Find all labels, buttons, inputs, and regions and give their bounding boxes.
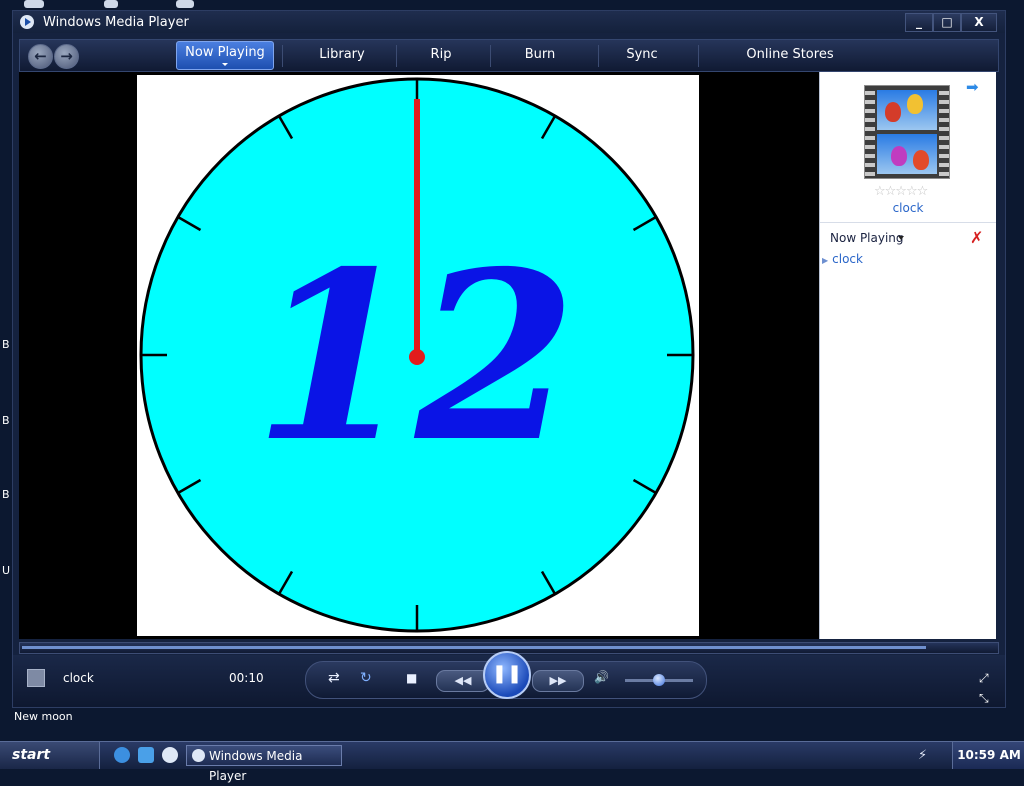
playback-controls: clock 00:10 ⇄ ↻ ■ ◀◀ ▶▶ 🔊 ❚❚ ⤢ ⤡ <box>13 651 1005 707</box>
feature-taskbar: ← → Now Playing Library Rip Burn Sync On… <box>19 39 999 72</box>
seek-progress <box>22 646 926 649</box>
desktop-label: B <box>2 338 10 351</box>
rating-stars[interactable]: ☆☆☆☆☆ <box>874 184 928 199</box>
title-bar[interactable]: Windows Media Player _ □ X <box>13 11 1005 33</box>
clock-image: 12 <box>139 77 695 633</box>
thumbnail-title[interactable]: clock <box>820 201 996 215</box>
network-icon[interactable]: ⚡ <box>918 748 927 763</box>
video-area[interactable]: 12 <box>19 72 819 639</box>
stop-button[interactable]: ■ <box>406 671 417 685</box>
elapsed-time[interactable]: 00:10 <box>229 671 264 685</box>
full-screen-icon[interactable]: ⤢ <box>979 671 989 686</box>
forward-button[interactable]: → <box>54 44 79 69</box>
chevron-down-icon[interactable] <box>898 236 904 240</box>
media-player-icon <box>192 749 205 762</box>
media-player-window: Windows Media Player _ □ X ← → Now Playi… <box>12 10 1006 708</box>
previous-button[interactable]: ◀◀ <box>436 670 490 692</box>
back-button[interactable]: ← <box>28 44 53 69</box>
clock-pivot <box>409 349 425 365</box>
tab-library[interactable]: Library <box>292 40 392 71</box>
maximize-button[interactable]: □ <box>933 13 961 32</box>
tab-online-stores[interactable]: Online Stores <box>724 40 856 71</box>
album-art-thumbnail[interactable] <box>864 85 950 179</box>
tab-divider <box>282 45 283 67</box>
tab-label: Now Playing <box>185 45 265 60</box>
film-strip-left <box>865 86 875 178</box>
tab-divider <box>698 45 699 67</box>
mute-button[interactable]: 🔊 <box>594 670 609 684</box>
chevron-down-icon[interactable] <box>222 63 228 66</box>
os-taskbar: start Windows Media Player ⚡ 10:59 AM <box>0 741 1024 783</box>
desktop-label: U <box>2 564 11 577</box>
thumbnail-frame <box>877 90 937 130</box>
tab-sync[interactable]: Sync <box>604 40 680 71</box>
now-playing-dropdown[interactable]: Now Playing <box>830 231 904 245</box>
start-button[interactable]: start <box>0 742 100 769</box>
repeat-button[interactable]: ↻ <box>360 670 372 686</box>
tab-divider <box>396 45 397 67</box>
tab-divider <box>490 45 491 67</box>
shuffle-button[interactable]: ⇄ <box>328 670 340 686</box>
pane-divider <box>820 222 996 223</box>
tab-divider <box>598 45 599 67</box>
tab-now-playing[interactable]: Now Playing <box>176 41 274 70</box>
tab-rip[interactable]: Rip <box>404 40 478 71</box>
playlist-item-label: clock <box>832 252 863 266</box>
playlist-pane: ➡ ☆☆☆☆☆ clock Now Playing ✗ ▶ clock <box>819 72 996 639</box>
clear-list-icon[interactable]: ✗ <box>970 228 983 247</box>
next-button[interactable]: ▶▶ <box>532 670 584 692</box>
desktop-icon[interactable] <box>138 747 154 763</box>
close-button[interactable]: X <box>961 13 997 32</box>
taskbar-media-player[interactable]: Windows Media Player <box>186 745 342 783</box>
system-clock[interactable]: 10:59 AM <box>952 742 1024 769</box>
tab-burn[interactable]: Burn <box>500 40 580 71</box>
taskbar-button-label: Windows Media Player <box>209 749 303 783</box>
arrow-right-icon[interactable]: ➡ <box>966 78 979 96</box>
media-player-icon[interactable] <box>162 747 178 763</box>
desktop-top-icons <box>20 0 200 10</box>
video-file-icon <box>27 669 45 687</box>
compact-mode-icon[interactable]: ⤡ <box>979 691 989 706</box>
desktop-label: B <box>2 488 10 501</box>
current-title: clock <box>63 671 94 685</box>
video-frame: 12 <box>137 75 699 636</box>
window-title: Windows Media Player <box>43 15 189 30</box>
play-indicator-icon: ▶ <box>822 256 829 265</box>
desktop-label: B <box>2 414 10 427</box>
minimize-button[interactable]: _ <box>905 13 933 32</box>
media-player-icon <box>20 15 34 29</box>
thumbnail-frame <box>877 134 937 174</box>
browser-icon[interactable] <box>114 747 130 763</box>
film-strip-right <box>939 86 949 178</box>
pause-button[interactable]: ❚❚ <box>483 651 531 699</box>
volume-knob[interactable] <box>653 674 665 686</box>
playlist-item[interactable]: ▶ clock <box>822 252 863 266</box>
status-text: New moon <box>14 710 73 723</box>
